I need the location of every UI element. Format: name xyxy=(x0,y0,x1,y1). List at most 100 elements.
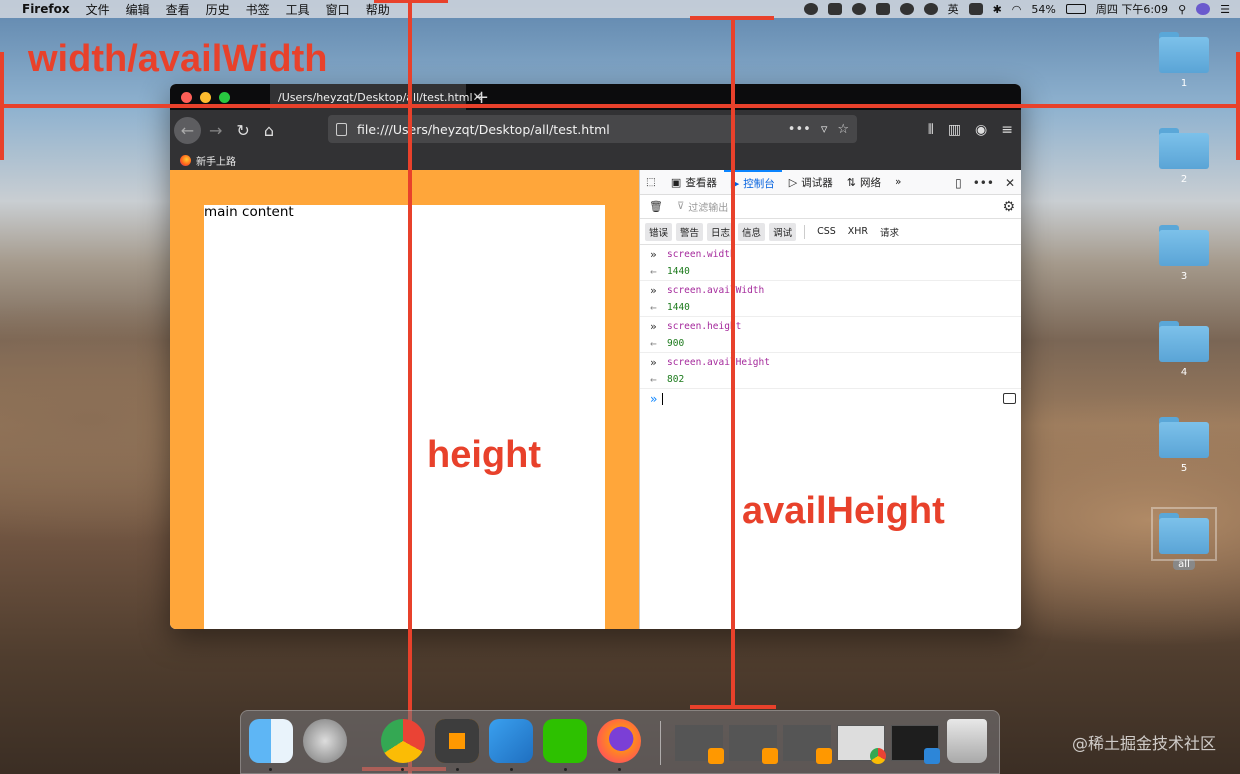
wechat-icon[interactable] xyxy=(543,719,587,763)
menu-help[interactable]: 帮助 xyxy=(366,1,390,18)
availheight-line xyxy=(731,18,735,708)
desktop-folder-5[interactable]: 5 xyxy=(1154,417,1214,474)
menu-history[interactable]: 历史 xyxy=(206,1,230,18)
folder-icon xyxy=(1151,507,1217,561)
vscode-badge-icon xyxy=(924,748,940,764)
desktop-folder-1[interactable]: 1 xyxy=(1154,32,1214,89)
minimized-window-thumbnail[interactable] xyxy=(891,725,940,764)
tab-inspector[interactable]: ▣ 查看器 xyxy=(664,170,724,195)
vscode-icon[interactable] xyxy=(489,719,533,763)
reload-button[interactable]: ↻ xyxy=(236,121,249,140)
menu-bookmarks[interactable]: 书签 xyxy=(246,1,270,18)
minimized-window-thumbnail[interactable] xyxy=(729,725,778,764)
desktop-folder-3[interactable]: 3 xyxy=(1154,225,1214,282)
tab-debugger[interactable]: ▷ 调试器 xyxy=(782,170,840,195)
minimized-window-thumbnail[interactable] xyxy=(783,725,832,764)
firefox-icon[interactable] xyxy=(597,719,641,763)
menu-window[interactable]: 窗口 xyxy=(326,1,350,18)
desktop-folder-all[interactable]: all xyxy=(1151,507,1217,570)
close-window-button[interactable] xyxy=(181,91,192,103)
input-method-indicator[interactable]: 英 xyxy=(948,1,959,17)
dock-side-icon[interactable]: ▯ xyxy=(955,176,962,190)
battery-percent[interactable]: 54% xyxy=(1031,3,1055,16)
page-actions-icon[interactable]: ••• xyxy=(788,122,811,137)
battery-icon[interactable] xyxy=(1065,4,1086,14)
category-info[interactable]: 信息 xyxy=(738,222,766,241)
app-menu-icon[interactable]: ≡ xyxy=(1001,122,1013,138)
close-devtools-icon[interactable]: ✕ xyxy=(1005,176,1015,190)
finder-icon[interactable] xyxy=(249,719,293,763)
wifi-icon[interactable]: ◠ xyxy=(1012,3,1022,16)
page-info-icon[interactable] xyxy=(336,122,347,136)
element-picker-icon[interactable]: ⬚ xyxy=(640,170,664,195)
microphone-icon[interactable] xyxy=(923,3,938,15)
forward-button[interactable]: → xyxy=(209,121,222,140)
cloud-icon[interactable] xyxy=(851,3,866,15)
devtools-tabs: ⬚ ▣ 查看器 ▶ 控制台 ▷ 调试器 ⇅ 网络 » ▯ ••• ✕ xyxy=(640,169,1021,195)
menu-view[interactable]: 查看 xyxy=(166,1,190,18)
minimize-window-button[interactable] xyxy=(200,91,211,103)
running-indicator xyxy=(456,768,459,771)
tab-debugger-label: 调试器 xyxy=(801,176,833,189)
zoom-window-button[interactable] xyxy=(219,91,230,103)
bookmark-getting-started[interactable]: 新手上路 xyxy=(196,153,236,168)
url-text[interactable]: file:///Users/heyzqt/Desktop/all/test.ht… xyxy=(357,122,610,137)
running-indicator xyxy=(618,768,621,771)
back-button[interactable]: ← xyxy=(174,116,201,144)
upload-icon[interactable] xyxy=(875,3,890,15)
menu-tools[interactable]: 工具 xyxy=(286,1,310,18)
tab-network[interactable]: ⇅ 网络 xyxy=(840,170,888,195)
home-button[interactable]: ⌂ xyxy=(264,121,274,140)
log-output-value: 1440 xyxy=(667,266,690,277)
minimized-window-thumbnail[interactable] xyxy=(675,725,724,764)
console-input[interactable]: » xyxy=(640,389,1021,409)
clear-console-icon[interactable]: 🗑 xyxy=(649,200,663,213)
notification-center-icon[interactable]: ☰ xyxy=(1220,3,1230,16)
menu-edit[interactable]: 编辑 xyxy=(126,1,150,18)
docker-icon[interactable] xyxy=(827,3,842,15)
menu-app-name[interactable]: Firefox xyxy=(22,2,70,16)
category-errors[interactable]: 错误 xyxy=(645,222,673,241)
category-debug[interactable]: 调试 xyxy=(769,222,797,241)
menu-bar: Firefox 文件 编辑 查看 历史 书签 工具 窗口 帮助 英 ✱ ◠ 54… xyxy=(0,0,1240,18)
wechat-status-icon[interactable] xyxy=(803,3,818,15)
desktop-folder-4[interactable]: 4 xyxy=(1154,321,1214,378)
face-icon[interactable] xyxy=(899,3,914,15)
editor-mode-icon[interactable] xyxy=(1003,393,1016,404)
account-icon[interactable]: ◉ xyxy=(975,122,987,138)
folder-icon xyxy=(1157,32,1211,74)
bluetooth-icon[interactable]: ✱ xyxy=(993,3,1002,16)
folder-label: all xyxy=(1173,559,1195,570)
desktop-folder-2[interactable]: 2 xyxy=(1154,128,1214,185)
filter-output-input[interactable]: 过滤输出 xyxy=(688,199,728,214)
sublime-text-icon[interactable] xyxy=(435,719,479,763)
devtools-panel: ⬚ ▣ 查看器 ▶ 控制台 ▷ 调试器 ⇅ 网络 » ▯ ••• ✕ 🗑 ⊽ 过滤输出 … xyxy=(639,169,1021,629)
menu-file[interactable]: 文件 xyxy=(86,1,110,18)
devtools-menu-icon[interactable]: ••• xyxy=(973,176,994,190)
siri-icon[interactable] xyxy=(1196,3,1211,15)
tab-network-label: 网络 xyxy=(859,176,881,189)
chrome-icon[interactable] xyxy=(381,719,425,763)
more-tabs-icon[interactable]: » xyxy=(888,170,908,195)
clock[interactable]: 周四 下午6:09 xyxy=(1096,1,1168,17)
log-output-row: ← 802 xyxy=(640,371,1021,389)
input-chevron-icon: » xyxy=(650,247,657,261)
trash-icon[interactable] xyxy=(947,719,987,763)
sidebar-icon[interactable]: ▥ xyxy=(948,122,961,138)
settings-gear-icon[interactable]: ⚙ xyxy=(1002,199,1015,215)
dock xyxy=(240,710,1000,774)
minimized-window-thumbnail[interactable] xyxy=(837,725,886,764)
launchpad-icon[interactable] xyxy=(303,719,347,763)
library-icon[interactable]: ⫴ xyxy=(928,122,934,138)
bookmark-star-icon[interactable]: ☆ xyxy=(837,122,849,137)
pocket-icon[interactable]: ▿ xyxy=(821,122,828,137)
category-requests[interactable]: 请求 xyxy=(876,223,903,241)
category-warnings[interactable]: 警告 xyxy=(676,222,704,241)
category-xhr[interactable]: XHR xyxy=(844,224,872,239)
category-logs[interactable]: 日志 xyxy=(707,222,735,241)
s-app-icon[interactable] xyxy=(968,3,983,15)
availheight-top-tick xyxy=(690,16,774,20)
category-css[interactable]: CSS xyxy=(813,224,840,239)
height-top-tick xyxy=(374,0,448,3)
spotlight-search-icon[interactable]: ⚲ xyxy=(1178,3,1186,16)
